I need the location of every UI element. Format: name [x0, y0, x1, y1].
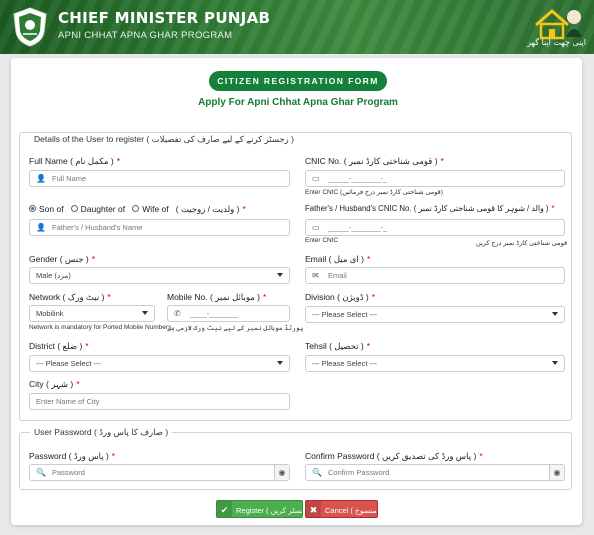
- password-input[interactable]: 🔍 Password ◉: [29, 464, 290, 481]
- city-label: City ( شہر ) *: [29, 379, 80, 389]
- father-cnic-input[interactable]: ▭ _____-_______-_: [305, 219, 565, 236]
- division-label: Division ( ڈویژن ) *: [305, 292, 376, 302]
- eye-icon[interactable]: ◉: [549, 465, 564, 480]
- punjab-emblem-icon: [13, 7, 47, 47]
- header-bar: CHIEF MINISTER PUNJAB APNI CHHAT APNA GH…: [0, 0, 594, 54]
- key-icon: 🔍: [36, 468, 46, 477]
- radio-son-of[interactable]: Son of: [29, 204, 64, 214]
- header-subtitle: APNI CHHAT APNA GHAR PROGRAM: [58, 30, 233, 41]
- tehsil-label: Tehsil ( تحصیل ) *: [305, 341, 371, 351]
- id-card-icon: ▭: [312, 174, 320, 183]
- cnic-label: CNIC No. ( قومی شناختی کارڈ نمبر ) *: [305, 156, 444, 166]
- details-legend: Details of the User to register ( رجسٹر …: [30, 134, 298, 145]
- mobile-label: Mobile No. ( موبائل نمبر ) *: [167, 292, 267, 302]
- form-title-badge: CITIZEN REGISTRATION FORM: [209, 71, 387, 91]
- header-logo-urdu: اپنی چھت اپنا گھر: [527, 38, 586, 47]
- phone-icon: ✆: [174, 309, 181, 318]
- father-cnic-label: Father's / Husband's CNIC No. ( والد / ش…: [305, 204, 555, 213]
- confirm-password-input[interactable]: 🔍 Confirm Password ◉: [305, 464, 565, 481]
- header-title: CHIEF MINISTER PUNJAB: [58, 9, 271, 27]
- cnic-hint: Enter CNIC (قومی شناختی کارڈ نمبر درج فر…: [305, 189, 443, 196]
- chevron-down-icon: [277, 361, 283, 365]
- district-label: District ( ضلع ) *: [29, 341, 89, 351]
- eye-icon[interactable]: ◉: [274, 465, 289, 480]
- radio-wife-of[interactable]: Wife of: [132, 204, 169, 214]
- mobile-hint: پورٹڈ موبائل نمبر کے لیے نیٹ ورک لازمی ہ…: [167, 325, 304, 332]
- full-name-label: Full Name ( مکمل نام ) *: [29, 156, 120, 166]
- mail-icon: ✉: [312, 271, 319, 280]
- father-cnic-hint: Enter CNIC: [305, 237, 339, 244]
- mobile-input[interactable]: ✆ ____-_______: [167, 305, 290, 322]
- network-select[interactable]: Mobilink: [29, 305, 155, 322]
- chevron-down-icon: [552, 361, 558, 365]
- email-label: Email ( ای میل ) *: [305, 254, 371, 264]
- full-name-input[interactable]: 👤 Full Name: [29, 170, 290, 187]
- chevron-down-icon: [142, 311, 148, 315]
- email-input[interactable]: ✉ Email: [305, 267, 565, 284]
- user-icon: 👤: [36, 174, 46, 183]
- chevron-down-icon: [277, 273, 283, 277]
- cnic-input[interactable]: ▭ _____-_______-_: [305, 170, 565, 187]
- confirm-password-label: Confirm Password ( پاس ورڈ کی تصدیق کریں…: [305, 451, 483, 461]
- id-card-icon: ▭: [312, 223, 320, 232]
- chevron-down-icon: [552, 312, 558, 316]
- form-subtitle: Apply For Apni Chhat Apna Ghar Program: [198, 97, 398, 108]
- close-icon: ✖: [306, 501, 321, 517]
- gender-select[interactable]: Male (مرد): [29, 267, 290, 284]
- network-label: Network ( نیٹ ورک ) *: [29, 292, 111, 302]
- father-cnic-hint-urdu: قومی شناختی کارڈ نمبر درج کریں: [476, 240, 568, 247]
- cancel-button[interactable]: ✖Cancel ( منسوخ ): [305, 500, 378, 518]
- check-icon: ✔: [217, 501, 232, 517]
- relation-radio-group: Son of Daughter of Wife of ( ولدیت / زوج…: [29, 204, 246, 215]
- relation-urdu-label: ( ولدیت / زوجیت ): [175, 204, 240, 214]
- key-icon: 🔍: [312, 468, 322, 477]
- register-button[interactable]: ✔Register ( رجسٹر کریں ): [216, 500, 303, 518]
- district-select[interactable]: --- Please Select ---: [29, 355, 290, 372]
- division-select[interactable]: --- Please Select ---: [305, 306, 565, 323]
- network-hint: Network is mandatory for Ported Mobile N…: [29, 324, 174, 331]
- password-label: Password ( پاس ورڈ ) *: [29, 451, 116, 461]
- user-icon: 👤: [36, 223, 46, 232]
- gender-label: Gender ( جنس ) *: [29, 254, 96, 264]
- tehsil-select[interactable]: --- Please Select ---: [305, 355, 565, 372]
- father-name-input[interactable]: 👤 Father's / Husband's Name: [29, 219, 290, 236]
- city-input[interactable]: Enter Name of City: [29, 393, 290, 410]
- radio-daughter-of[interactable]: Daughter of: [70, 204, 125, 214]
- password-legend: User Password ( صارف کا پاس ورڈ ): [30, 427, 173, 438]
